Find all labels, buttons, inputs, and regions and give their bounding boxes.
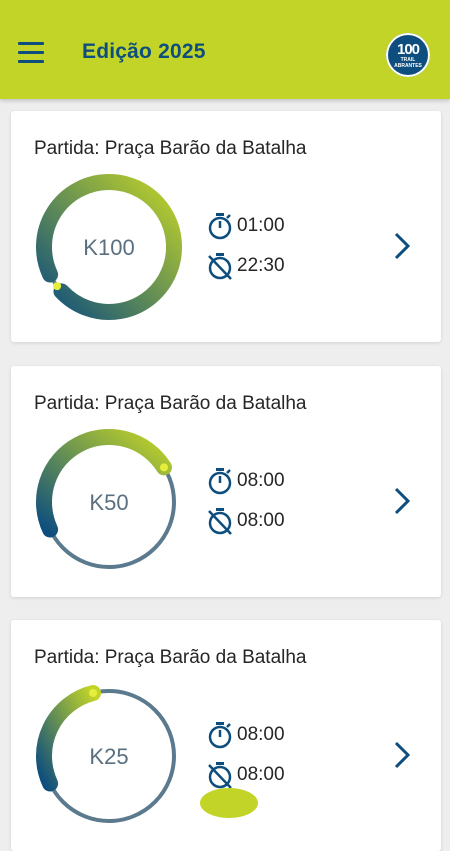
cutoff-time-row: 08:00	[206, 506, 285, 536]
menu-button[interactable]	[18, 42, 46, 64]
chevron-right-icon[interactable]	[391, 740, 413, 770]
progress-ring: K100	[36, 174, 182, 320]
stopwatch-icon	[208, 722, 232, 749]
cutoff-time: 08:00	[237, 510, 285, 531]
cutoff-time: 22:30	[237, 255, 285, 276]
logo-number: 100	[396, 41, 420, 58]
stopwatch-icon	[208, 468, 232, 495]
stopwatch-icon	[208, 213, 232, 240]
race-distance: K25	[89, 744, 128, 769]
progress-marker	[53, 282, 62, 291]
hamburger-line	[18, 51, 44, 54]
hamburger-line	[18, 60, 44, 63]
start-time: 08:00	[237, 470, 285, 491]
timer-off-icon	[208, 508, 232, 535]
race-distance: K100	[83, 235, 134, 260]
start-time: 01:00	[237, 215, 285, 236]
logo-line2: ABRANTES	[394, 63, 422, 69]
progress-marker	[89, 688, 98, 697]
progress-arc	[36, 429, 173, 538]
race-card[interactable]: Partida: Praça Barão da Batalha K50 08:0…	[11, 366, 441, 597]
floating-action-button[interactable]	[200, 788, 258, 818]
start-time: 08:00	[237, 724, 285, 745]
race-distance: K50	[89, 490, 128, 515]
page-title: Edição 2025	[82, 40, 206, 63]
trail-abrantes-logo[interactable]: 100 TRAIL ABRANTES	[386, 33, 430, 77]
race-start-location: Partida: Praça Barão da Batalha	[34, 393, 307, 414]
start-time-row: 01:00	[206, 211, 285, 241]
chevron-right-icon[interactable]	[391, 486, 413, 516]
race-card[interactable]: Partida: Praça Barão da Batalha K100 01:…	[11, 111, 441, 342]
cutoff-time: 08:00	[237, 764, 285, 785]
hamburger-menu-icon	[18, 42, 44, 45]
app-bar: Edição 2025 100 TRAIL ABRANTES	[0, 0, 450, 99]
start-time-row: 08:00	[206, 720, 285, 750]
cutoff-time-row: 22:30	[206, 251, 285, 281]
start-time-row: 08:00	[206, 466, 285, 496]
cutoff-time-row: 08:00	[206, 760, 285, 790]
timer-off-icon	[208, 762, 232, 789]
race-start-location: Partida: Praça Barão da Batalha	[34, 138, 307, 159]
progress-ring: K25	[36, 684, 176, 823]
progress-marker	[160, 463, 169, 472]
timer-off-icon	[208, 253, 232, 280]
race-start-location: Partida: Praça Barão da Batalha	[34, 647, 307, 668]
progress-arc	[36, 684, 102, 792]
chevron-right-icon[interactable]	[391, 231, 413, 261]
progress-ring: K50	[36, 429, 176, 569]
